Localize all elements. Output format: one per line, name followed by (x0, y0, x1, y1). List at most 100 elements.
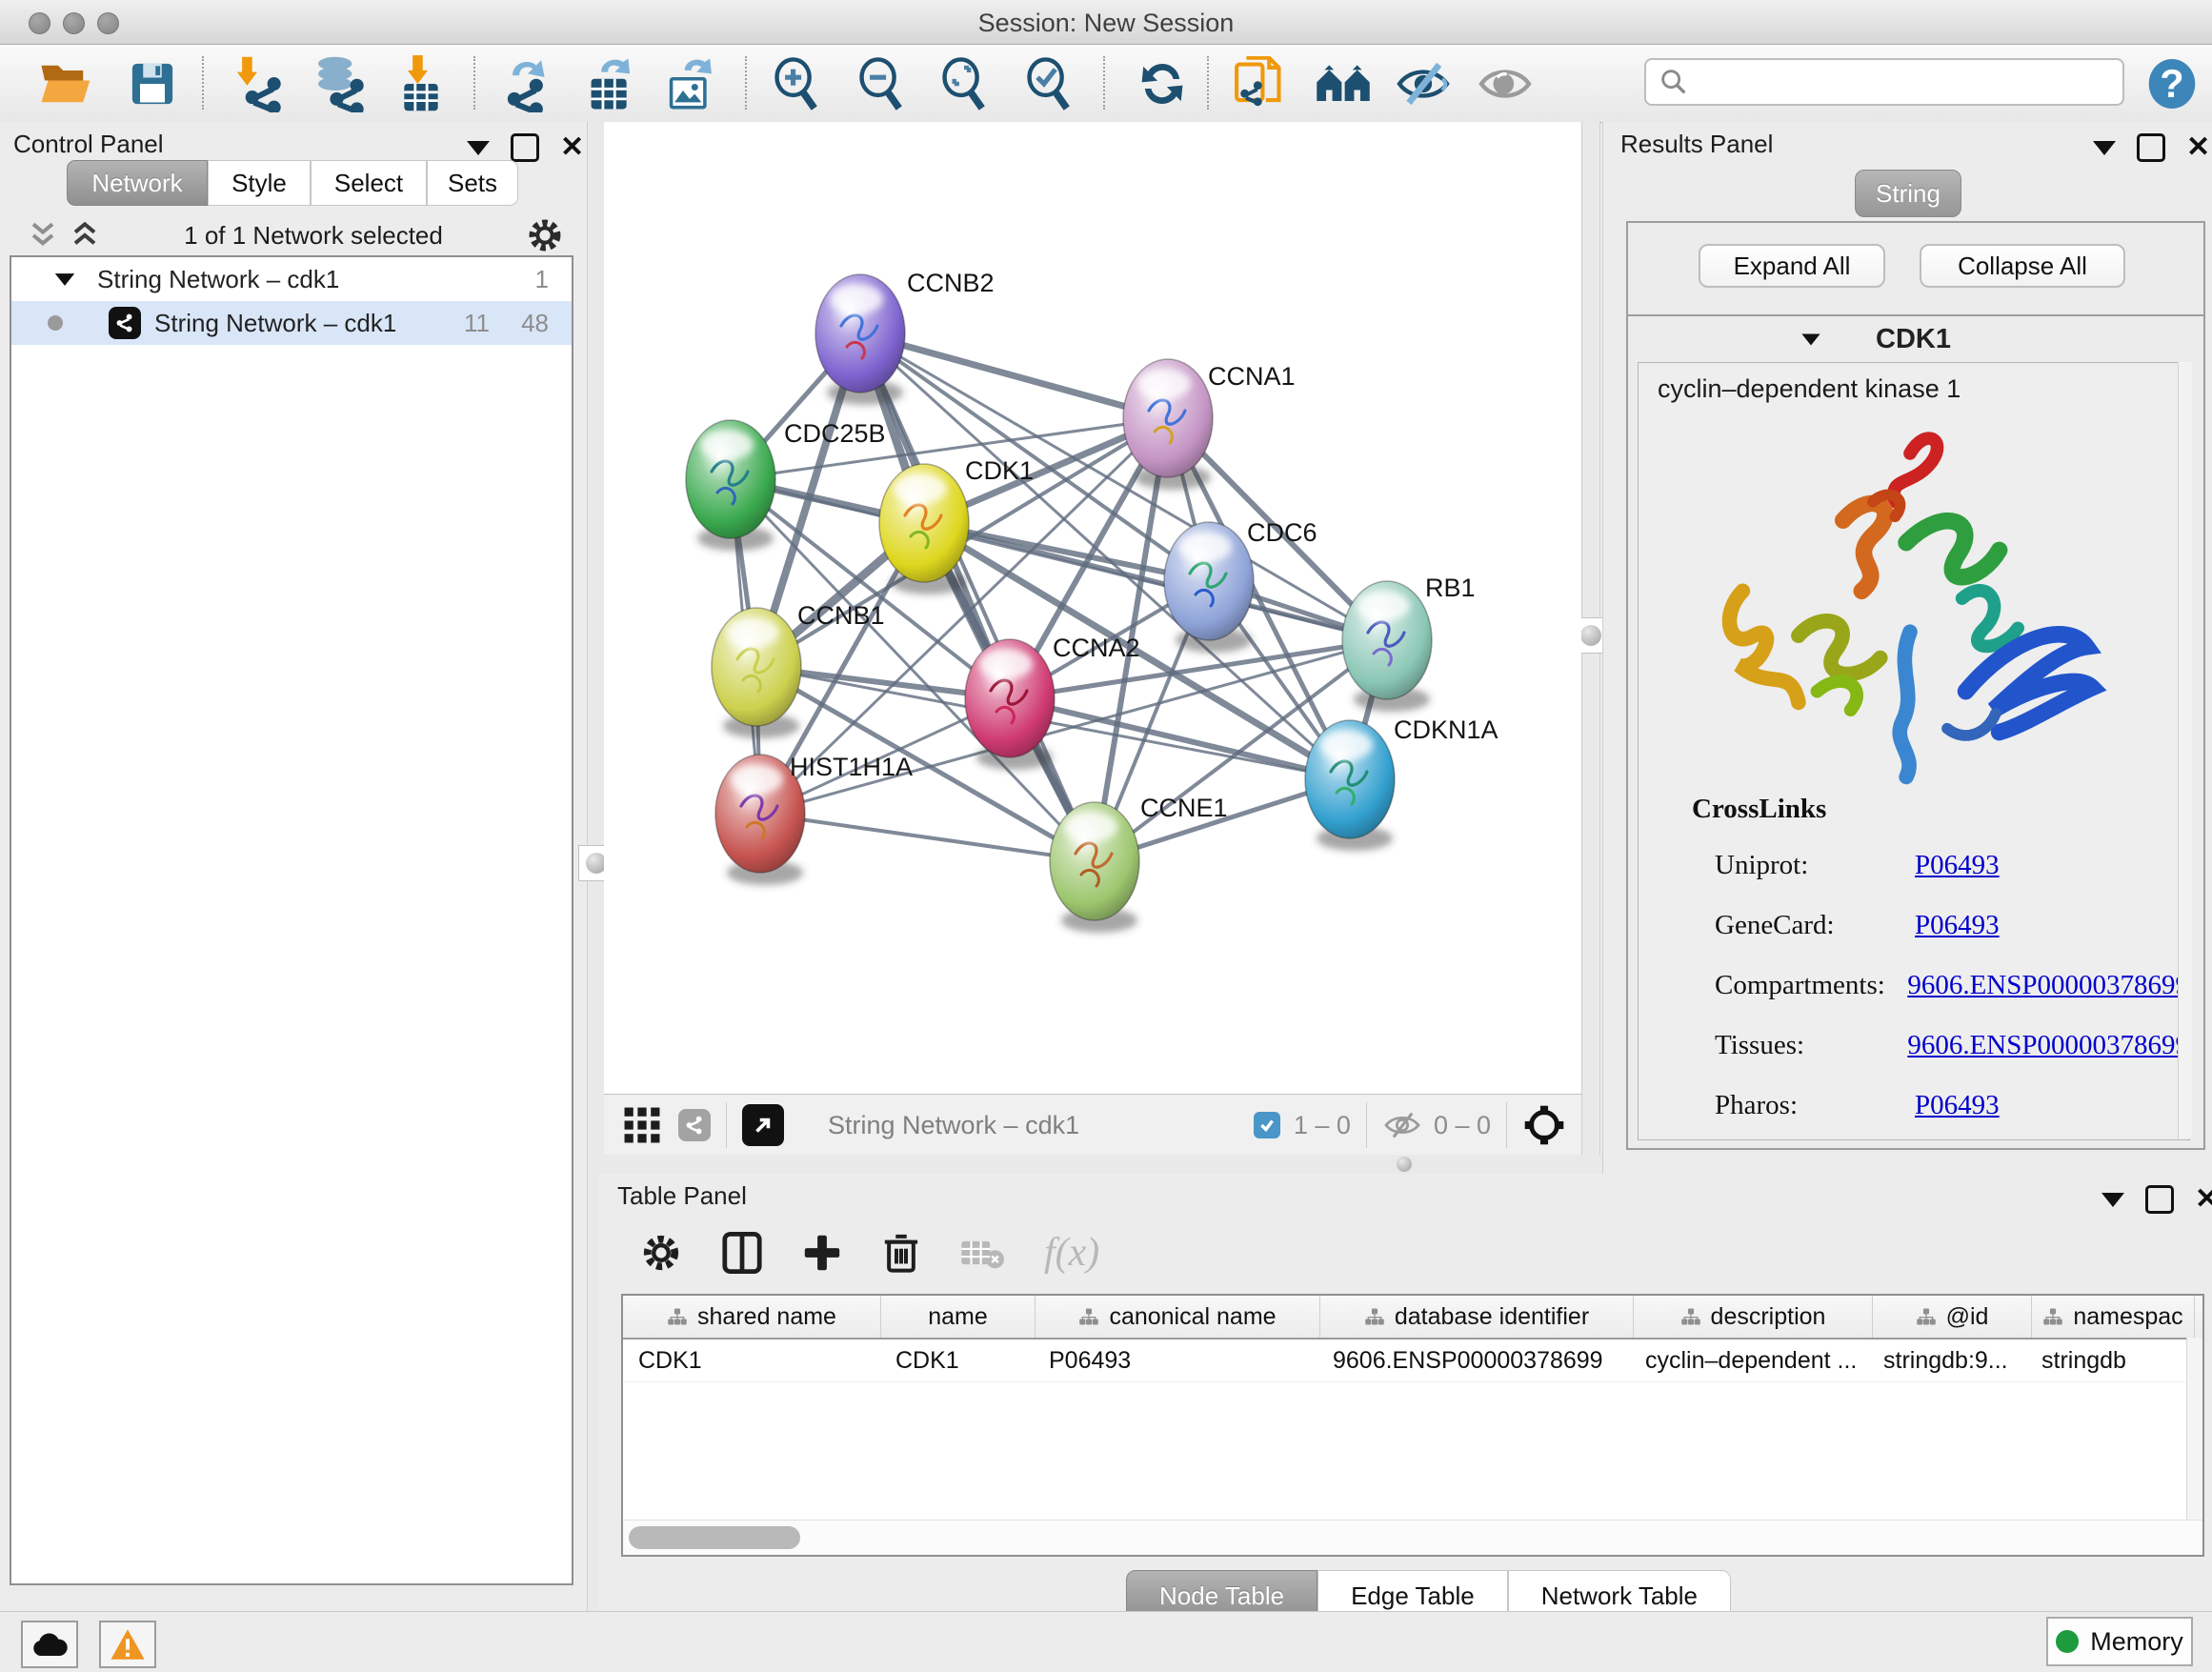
results-scrollbar[interactable] (2178, 362, 2192, 1138)
column-header-name[interactable]: name (881, 1296, 1036, 1338)
delete-column-icon[interactable] (882, 1231, 920, 1275)
column-header-shared-name[interactable]: shared name (623, 1296, 881, 1338)
tab-string[interactable]: String (1855, 170, 1961, 217)
cell-shared-name[interactable]: CDK1 (623, 1340, 880, 1381)
cloud-status-button[interactable] (21, 1621, 78, 1668)
memory-button[interactable]: Memory (2046, 1617, 2193, 1666)
network-options-gear-icon[interactable] (526, 216, 564, 254)
collapse-all-icon[interactable] (27, 221, 59, 250)
network-node-CDC25B[interactable]: CDC25B (686, 419, 886, 551)
horizontal-splitter-handle[interactable] (1397, 1157, 1412, 1172)
network-collection-row[interactable]: String Network – cdk1 1 (11, 257, 572, 301)
network-view-icon[interactable] (678, 1109, 711, 1141)
cell-@id[interactable]: stringdb:9... (1868, 1340, 2026, 1381)
cell-canonical-name[interactable]: P06493 (1034, 1340, 1317, 1381)
save-session-icon[interactable] (122, 54, 183, 113)
table-row[interactable]: CDK1CDK1P064939606.ENSP00000378699cyclin… (623, 1340, 2202, 1382)
panel-float-icon[interactable] (2101, 1193, 2124, 1207)
tab-sets[interactable]: Sets (427, 160, 518, 206)
zoom-in-icon[interactable] (766, 54, 827, 113)
open-session-icon[interactable] (34, 54, 95, 113)
network-node-CCNE1[interactable]: CCNE1 (1050, 794, 1228, 933)
panel-close-icon[interactable]: ✕ (2195, 1188, 2212, 1211)
column-header-description[interactable]: description (1634, 1296, 1873, 1338)
warnings-button[interactable] (99, 1621, 156, 1668)
crosslink-link[interactable]: P06493 (1915, 1090, 2000, 1121)
network-node-RB1[interactable]: RB1 (1342, 574, 1476, 712)
show-all-icon[interactable] (1475, 54, 1536, 113)
network-node-CCNB2[interactable]: CCNB2 (815, 269, 995, 405)
help-button[interactable]: ? (2142, 54, 2202, 113)
apply-layout-icon[interactable] (1132, 54, 1193, 113)
table-vertical-scrollbar[interactable] (2186, 1338, 2202, 1521)
zoom-selected-icon[interactable] (1018, 54, 1079, 113)
column-header-canonical-name[interactable]: canonical name (1036, 1296, 1320, 1338)
panel-float-icon[interactable] (467, 141, 490, 155)
collapse-section-icon[interactable] (1801, 333, 1820, 345)
clone-network-icon[interactable] (1229, 54, 1290, 113)
edge-CCNB2-CCNE1[interactable] (860, 333, 1095, 861)
scrollbar-thumb[interactable] (629, 1526, 800, 1549)
export-table-icon[interactable] (579, 54, 640, 113)
collection-expand-icon[interactable] (55, 273, 74, 286)
import-table-icon[interactable] (391, 54, 452, 113)
panel-close-icon[interactable]: ✕ (560, 136, 584, 159)
panel-float-icon[interactable] (2093, 141, 2116, 155)
network-node-CCNA1[interactable]: CCNA1 (1123, 359, 1296, 490)
export-image-icon[interactable] (659, 54, 720, 113)
network-view-canvas[interactable]: CCNB2CCNA1CDC25BCDK1CDC6RB1CCNB1CCNA2CDK… (604, 122, 1581, 1094)
panel-maximize-icon[interactable] (2137, 133, 2165, 162)
string-home-icon[interactable] (1313, 54, 1374, 113)
crosslink-link[interactable]: P06493 (1915, 910, 2000, 941)
crosslink-link[interactable]: 9606.ENSP00000378699 (1907, 1030, 2189, 1061)
toolbar-separator (1207, 56, 1209, 110)
import-network-database-icon[interactable] (310, 54, 371, 113)
horizontal-splitter[interactable] (598, 1155, 1602, 1174)
table-horizontal-scrollbar[interactable] (623, 1520, 2202, 1555)
network-node-HIST1H1A[interactable]: HIST1H1A (715, 753, 913, 885)
collapse-all-button[interactable]: Collapse All (1920, 244, 2125, 288)
search-input[interactable] (1698, 68, 2122, 96)
cell-database-identifier[interactable]: 9606.ENSP00000378699 (1317, 1340, 1630, 1381)
detach-view-icon[interactable] (742, 1104, 784, 1146)
network-row[interactable]: String Network – cdk1 11 48 (11, 301, 572, 345)
edge-HIST1H1A-CCNE1[interactable] (760, 814, 1095, 861)
protein-name: CDK1 (1876, 324, 1951, 355)
column-header-@id[interactable]: @id (1873, 1296, 2032, 1338)
crosslink-link[interactable]: P06493 (1915, 850, 2000, 881)
right-splitter[interactable] (1581, 122, 1600, 1174)
grid-view-icon[interactable] (623, 1106, 661, 1144)
selected-checkbox-icon[interactable] (1254, 1112, 1280, 1138)
tab-select[interactable]: Select (311, 160, 427, 206)
zoom-out-icon[interactable] (851, 54, 912, 113)
column-header-namespac[interactable]: namespac (2032, 1296, 2195, 1338)
column-header-database-identifier[interactable]: database identifier (1320, 1296, 1634, 1338)
protein-card-header[interactable]: CDK1 (1628, 316, 2203, 362)
edge-CDK1-RB1[interactable] (924, 523, 1387, 640)
node-table[interactable]: shared namenamecanonical namedatabase id… (621, 1294, 2204, 1557)
import-network-icon[interactable] (227, 54, 288, 113)
network-graph[interactable]: CCNB2CCNA1CDC25BCDK1CDC6RB1CCNB1CCNA2CDK… (604, 122, 1581, 1094)
crosslink-row: Uniprot:P06493 (1639, 850, 2189, 881)
hide-selected-icon[interactable] (1393, 54, 1454, 113)
tab-network[interactable]: Network (67, 160, 208, 206)
expand-all-icon[interactable] (69, 221, 101, 250)
tab-style[interactable]: Style (208, 160, 311, 206)
panel-close-icon[interactable]: ✕ (2186, 136, 2210, 159)
expand-all-button[interactable]: Expand All (1699, 244, 1885, 288)
cell-description[interactable]: cyclin–dependent ... (1630, 1340, 1868, 1381)
add-column-icon[interactable] (802, 1233, 842, 1273)
panel-maximize-icon[interactable] (511, 133, 539, 162)
birdseye-crosshair-icon[interactable] (1522, 1103, 1566, 1147)
panel-maximize-icon[interactable] (2145, 1185, 2174, 1214)
network-selection-bar: 1 of 1 Network selected (0, 215, 587, 255)
crosslink-link[interactable]: 9606.ENSP00000378699 (1907, 970, 2189, 1001)
export-network-icon[interactable] (497, 54, 558, 113)
network-node-CDKN1A[interactable]: CDKN1A (1305, 715, 1498, 851)
cell-namespac[interactable]: stringdb (2026, 1340, 2188, 1381)
table-settings-gear-icon[interactable] (640, 1232, 682, 1274)
cell-name[interactable]: CDK1 (880, 1340, 1034, 1381)
results-actions-box: Expand All Collapse All (1626, 221, 2205, 318)
zoom-fit-icon[interactable] (934, 54, 995, 113)
show-columns-icon[interactable] (722, 1231, 762, 1275)
